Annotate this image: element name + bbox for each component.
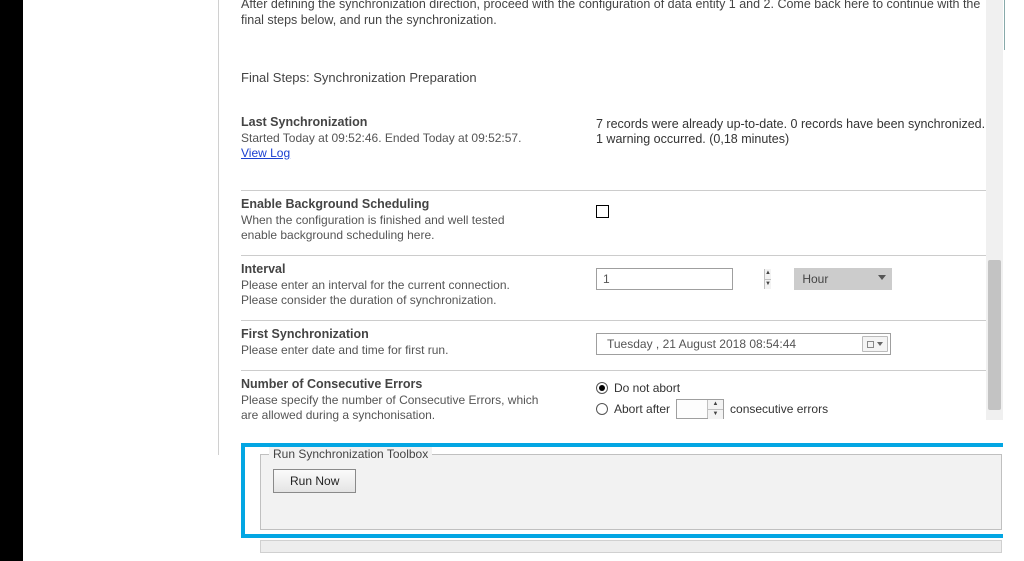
radio-abort-suffix: consecutive errors — [730, 402, 828, 416]
calendar-icon — [867, 341, 874, 348]
radio-abort-prefix: Abort after — [614, 402, 670, 416]
interval-up[interactable]: ▲ — [765, 269, 771, 279]
calendar-button[interactable] — [862, 336, 888, 352]
row-last-sync: Last Synchronization Started Today at 09… — [241, 109, 989, 190]
first-sync-value: Tuesday , 21 August 2018 08:54:44 — [607, 337, 796, 351]
radio-abort-after[interactable] — [596, 403, 608, 415]
abort-count-input[interactable] — [677, 400, 707, 418]
radio-no-abort-row[interactable]: Do not abort — [596, 379, 989, 397]
bottom-bar — [260, 540, 1002, 553]
left-black-bar — [0, 0, 23, 561]
first-sync-desc: Please enter date and time for first run… — [241, 343, 586, 358]
run-toolbox-legend: Run Synchronization Toolbox — [269, 447, 432, 461]
interval-desc1: Please enter an interval for the current… — [241, 278, 586, 293]
main-area: After defining the synchronization direc… — [23, 0, 1003, 561]
bg-sched-desc1: When the configuration is finished and w… — [241, 213, 586, 228]
chevron-down-icon — [877, 342, 883, 346]
radio-no-abort-label: Do not abort — [614, 381, 680, 395]
interval-desc2: Please consider the duration of synchron… — [241, 293, 586, 308]
bg-sched-label: Enable Background Scheduling — [241, 197, 586, 213]
chevron-down-icon — [878, 275, 886, 280]
interval-label: Interval — [241, 262, 586, 278]
config-panel: After defining the synchronization direc… — [218, 0, 1003, 455]
final-steps-heading: Final Steps: Synchronization Preparation — [241, 66, 989, 109]
errors-label: Number of Consecutive Errors — [241, 377, 586, 393]
interval-spinner[interactable]: ▲ ▼ — [596, 268, 733, 290]
radio-no-abort[interactable] — [596, 382, 608, 394]
last-sync-summary: 7 records were already up-to-date. 0 rec… — [596, 117, 989, 147]
interval-input[interactable] — [597, 269, 764, 289]
errors-desc2: are allowed during a synchonisation. — [241, 408, 586, 423]
last-sync-status: Started Today at 09:52:46. Ended Today a… — [241, 131, 586, 146]
row-first-sync: First Synchronization Please enter date … — [241, 321, 989, 371]
bg-sched-checkbox[interactable] — [596, 205, 609, 218]
row-errors: Number of Consecutive Errors Please spec… — [241, 371, 989, 435]
interval-unit-select[interactable]: Hour — [794, 268, 892, 290]
run-toolbox-fieldset: Run Synchronization Toolbox Run Now — [260, 454, 1002, 530]
last-sync-label: Last Synchronization — [241, 115, 586, 131]
errors-desc1: Please specify the number of Consecutive… — [241, 393, 586, 408]
intro-text: After defining the synchronization direc… — [241, 0, 989, 66]
first-sync-label: First Synchronization — [241, 327, 586, 343]
interval-unit-value: Hour — [802, 272, 828, 286]
first-sync-datepicker[interactable]: Tuesday , 21 August 2018 08:54:44 — [596, 333, 891, 355]
run-now-button[interactable]: Run Now — [273, 469, 356, 493]
scrollbar-thumb[interactable] — [988, 260, 1001, 410]
bg-sched-desc2: enable background scheduling here. — [241, 228, 586, 243]
row-bg-scheduling: Enable Background Scheduling When the co… — [241, 191, 989, 256]
row-interval: Interval Please enter an interval for th… — [241, 256, 989, 321]
vertical-scrollbar[interactable] — [986, 0, 1003, 420]
abort-count-spinner[interactable]: ▲ ▼ — [676, 399, 724, 419]
right-fragment — [1004, 0, 1024, 561]
abort-count-up[interactable]: ▲ — [708, 400, 723, 409]
radio-abort-after-row[interactable]: Abort after ▲ ▼ consecutive errors — [596, 397, 989, 421]
abort-count-down[interactable]: ▼ — [708, 409, 723, 419]
interval-down[interactable]: ▼ — [765, 279, 771, 290]
view-log-link[interactable]: View Log — [241, 146, 290, 160]
